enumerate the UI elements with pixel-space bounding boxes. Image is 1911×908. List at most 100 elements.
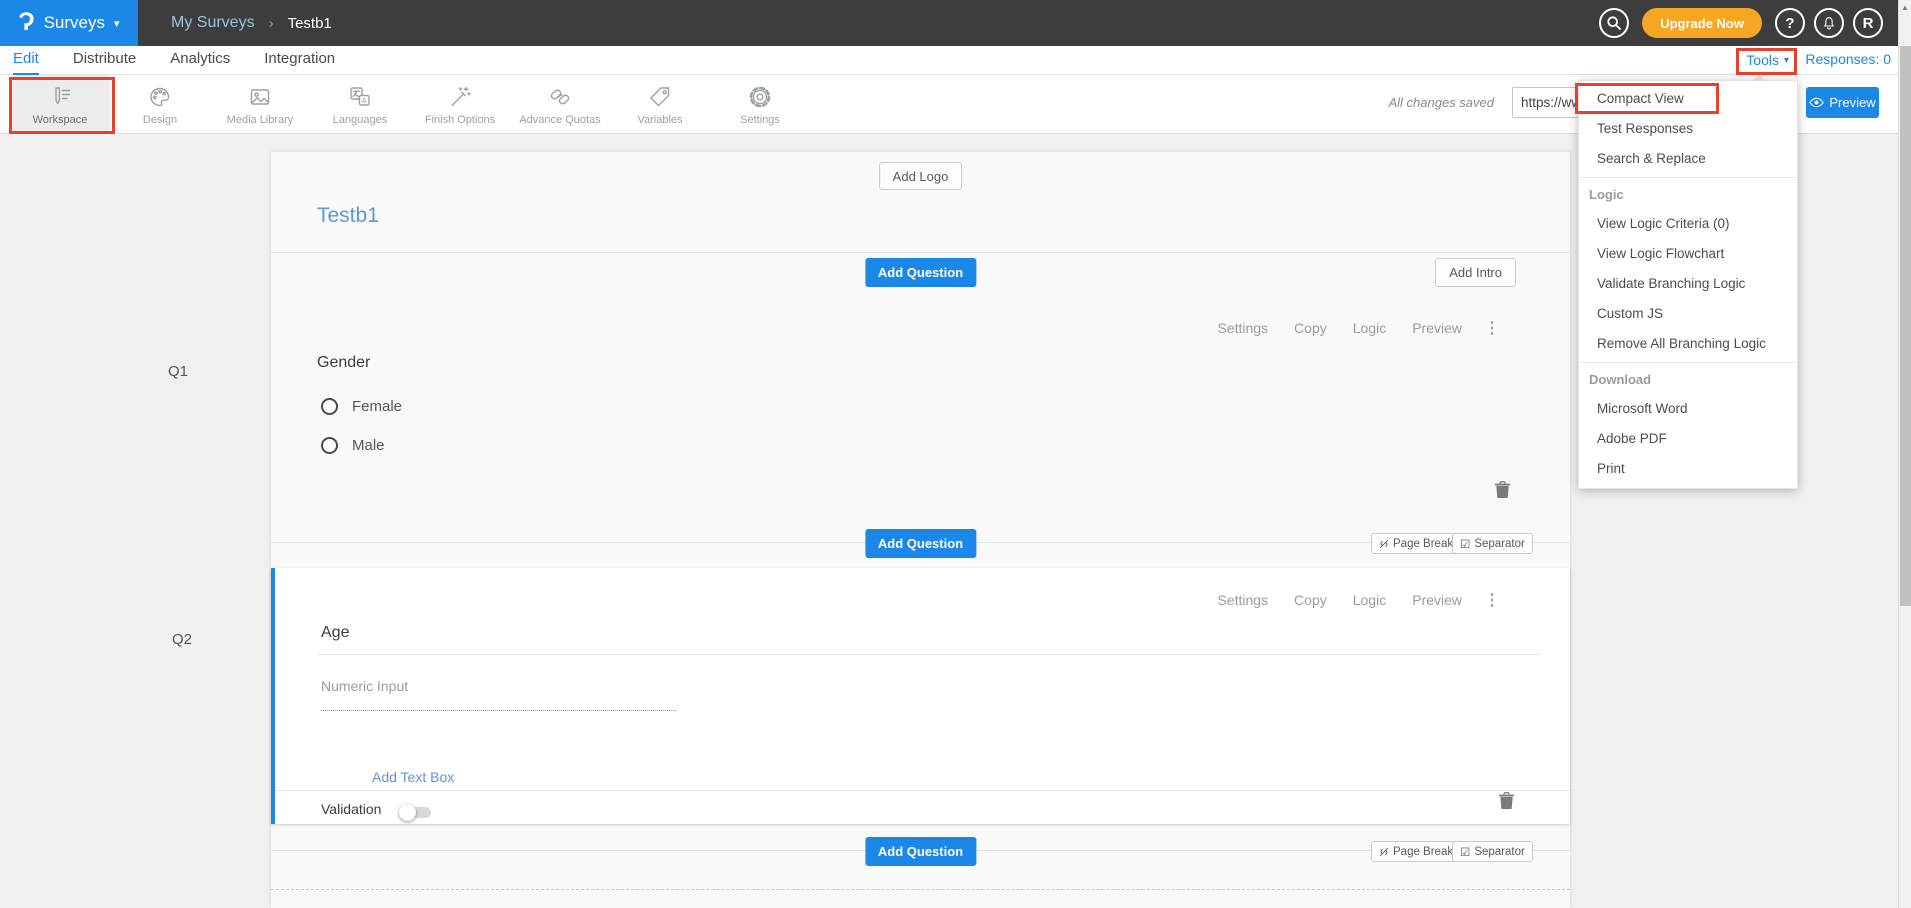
add-text-box-link[interactable]: Add Text Box	[372, 769, 454, 785]
tools-dropdown-trigger[interactable]: Tools ▾	[1746, 46, 1789, 75]
menu-divider	[1579, 362, 1797, 363]
q2-preview-action[interactable]: Preview	[1412, 592, 1462, 608]
trash-icon	[1495, 481, 1510, 499]
tag-icon	[647, 83, 673, 111]
caret-down-icon: ▾	[1784, 47, 1789, 74]
q1-question-title[interactable]: Gender	[317, 354, 370, 372]
toolbar-item-finish-options[interactable]: Finish Options	[410, 75, 510, 133]
breadcrumb: My Surveys › Testb1	[171, 0, 332, 46]
toolbar-items: Workspace Design Media Library A Languag…	[10, 75, 810, 133]
caret-down-icon: ▾	[114, 17, 120, 30]
toolbar-item-advance-quotas[interactable]: Advance Quotas	[510, 75, 610, 133]
menu-item-search-replace[interactable]: Search & Replace	[1579, 144, 1797, 174]
search-button[interactable]	[1599, 8, 1629, 38]
media-library-icon	[247, 83, 273, 111]
breadcrumb-my-surveys[interactable]: My Surveys	[171, 14, 255, 32]
tools-dropdown-menu: Compact View Test Responses Search & Rep…	[1578, 80, 1798, 489]
menu-item-validate-branching-logic[interactable]: Validate Branching Logic	[1579, 269, 1797, 299]
menu-item-custom-js[interactable]: Custom JS	[1579, 299, 1797, 329]
question-code-q1: Q1	[168, 363, 188, 380]
radio-button-icon[interactable]	[321, 437, 338, 454]
q1-option-female: Female	[321, 398, 402, 415]
question-divider	[275, 790, 1570, 791]
menu-item-print[interactable]: Print	[1579, 454, 1797, 484]
q1-option-male-label[interactable]: Male	[352, 437, 385, 454]
page-break-button[interactable]: Page Break	[1371, 841, 1461, 862]
toolbar-item-settings[interactable]: Settings	[710, 75, 810, 133]
toolbar-item-workspace[interactable]: Workspace	[10, 75, 110, 133]
search-icon	[1606, 15, 1622, 31]
account-avatar[interactable]: R	[1853, 8, 1883, 38]
q2-question-title[interactable]: Age	[321, 624, 349, 642]
toolbar-item-languages[interactable]: A Languages	[310, 75, 410, 133]
tab-edit[interactable]: Edit	[13, 46, 39, 75]
svg-text:A: A	[362, 95, 367, 104]
broken-link-icon	[1379, 847, 1389, 857]
menu-item-test-responses[interactable]: Test Responses	[1579, 114, 1797, 144]
menu-item-view-logic-criteria[interactable]: View Logic Criteria (0)	[1579, 209, 1797, 239]
menu-item-view-logic-flowchart[interactable]: View Logic Flowchart	[1579, 239, 1797, 269]
q2-question-card-selected[interactable]: Settings Copy Logic Preview ⋮ Age Numeri…	[271, 568, 1570, 824]
menu-section-download: Download	[1579, 366, 1797, 394]
add-question-button-top[interactable]: Add Question	[865, 258, 976, 287]
q1-delete-button[interactable]	[1495, 481, 1510, 504]
tab-analytics[interactable]: Analytics	[170, 46, 230, 75]
gear-icon	[747, 83, 773, 111]
toolbar-item-variables[interactable]: Variables	[610, 75, 710, 133]
surveys-product-menu[interactable]: Ɂ Surveys ▾	[0, 0, 138, 46]
scrollbar-up-arrow-icon[interactable]: ▲	[1899, 3, 1911, 12]
scrollbar-thumb[interactable]	[1900, 46, 1911, 606]
toolbar-item-design[interactable]: Design	[110, 75, 210, 133]
q1-copy-action[interactable]: Copy	[1294, 320, 1327, 336]
chain-links-icon	[547, 83, 573, 111]
checkbox-check-icon: ☑	[1460, 537, 1470, 551]
separator-button[interactable]: ☑ Separator	[1452, 841, 1533, 862]
help-button[interactable]: ?	[1775, 8, 1805, 38]
q2-copy-action[interactable]: Copy	[1294, 592, 1327, 608]
menu-item-microsoft-word[interactable]: Microsoft Word	[1579, 394, 1797, 424]
add-intro-button[interactable]: Add Intro	[1435, 258, 1516, 287]
q2-settings-action[interactable]: Settings	[1217, 592, 1268, 608]
product-name: Surveys	[44, 13, 105, 33]
question-divider	[317, 654, 1540, 655]
question-mark-icon: ?	[1785, 15, 1794, 32]
topbar-actions: Upgrade Now ? R	[1599, 0, 1883, 46]
kebab-menu-icon[interactable]: ⋮	[1484, 318, 1500, 338]
page-break-button[interactable]: Page Break	[1371, 533, 1461, 554]
preview-label: Preview	[1829, 95, 1875, 110]
menu-section-logic: Logic	[1579, 181, 1797, 209]
numeric-input-field[interactable]: Numeric Input	[321, 678, 676, 711]
add-logo-button[interactable]: Add Logo	[879, 162, 963, 190]
q1-preview-action[interactable]: Preview	[1412, 320, 1462, 336]
add-question-button-bottom[interactable]: Add Question	[865, 837, 976, 866]
dropdown-caret	[1752, 74, 1766, 81]
design-palette-icon	[147, 83, 173, 111]
q1-option-female-label[interactable]: Female	[352, 398, 402, 415]
responses-count[interactable]: Responses: 0	[1805, 46, 1891, 75]
q2-delete-button[interactable]	[1499, 792, 1514, 815]
preview-button[interactable]: Preview	[1806, 87, 1879, 118]
nav-tabs: Edit Distribute Analytics Integration	[13, 46, 335, 75]
tab-distribute[interactable]: Distribute	[73, 46, 136, 75]
page-scrollbar[interactable]: ▲	[1898, 0, 1911, 908]
trash-icon	[1499, 792, 1514, 810]
menu-item-compact-view[interactable]: Compact View	[1579, 84, 1797, 114]
magic-wand-icon	[447, 83, 473, 111]
menu-item-remove-all-branching-logic[interactable]: Remove All Branching Logic	[1579, 329, 1797, 359]
separator-button[interactable]: ☑ Separator	[1452, 533, 1533, 554]
questionpro-logo-icon: Ɂ	[18, 10, 34, 35]
validation-toggle[interactable]	[399, 804, 431, 820]
upgrade-now-button[interactable]: Upgrade Now	[1642, 8, 1762, 38]
tab-integration[interactable]: Integration	[264, 46, 335, 75]
radio-button-icon[interactable]	[321, 398, 338, 415]
q1-logic-action[interactable]: Logic	[1353, 320, 1386, 336]
toolbar-item-media-library[interactable]: Media Library	[210, 75, 310, 133]
notifications-button[interactable]	[1814, 8, 1844, 38]
menu-item-adobe-pdf[interactable]: Adobe PDF	[1579, 424, 1797, 454]
add-question-button-middle[interactable]: Add Question	[865, 529, 976, 558]
menu-divider	[1579, 177, 1797, 178]
survey-title[interactable]: Testb1	[317, 204, 379, 228]
q1-settings-action[interactable]: Settings	[1217, 320, 1268, 336]
kebab-menu-icon[interactable]: ⋮	[1484, 590, 1500, 610]
q2-logic-action[interactable]: Logic	[1353, 592, 1386, 608]
